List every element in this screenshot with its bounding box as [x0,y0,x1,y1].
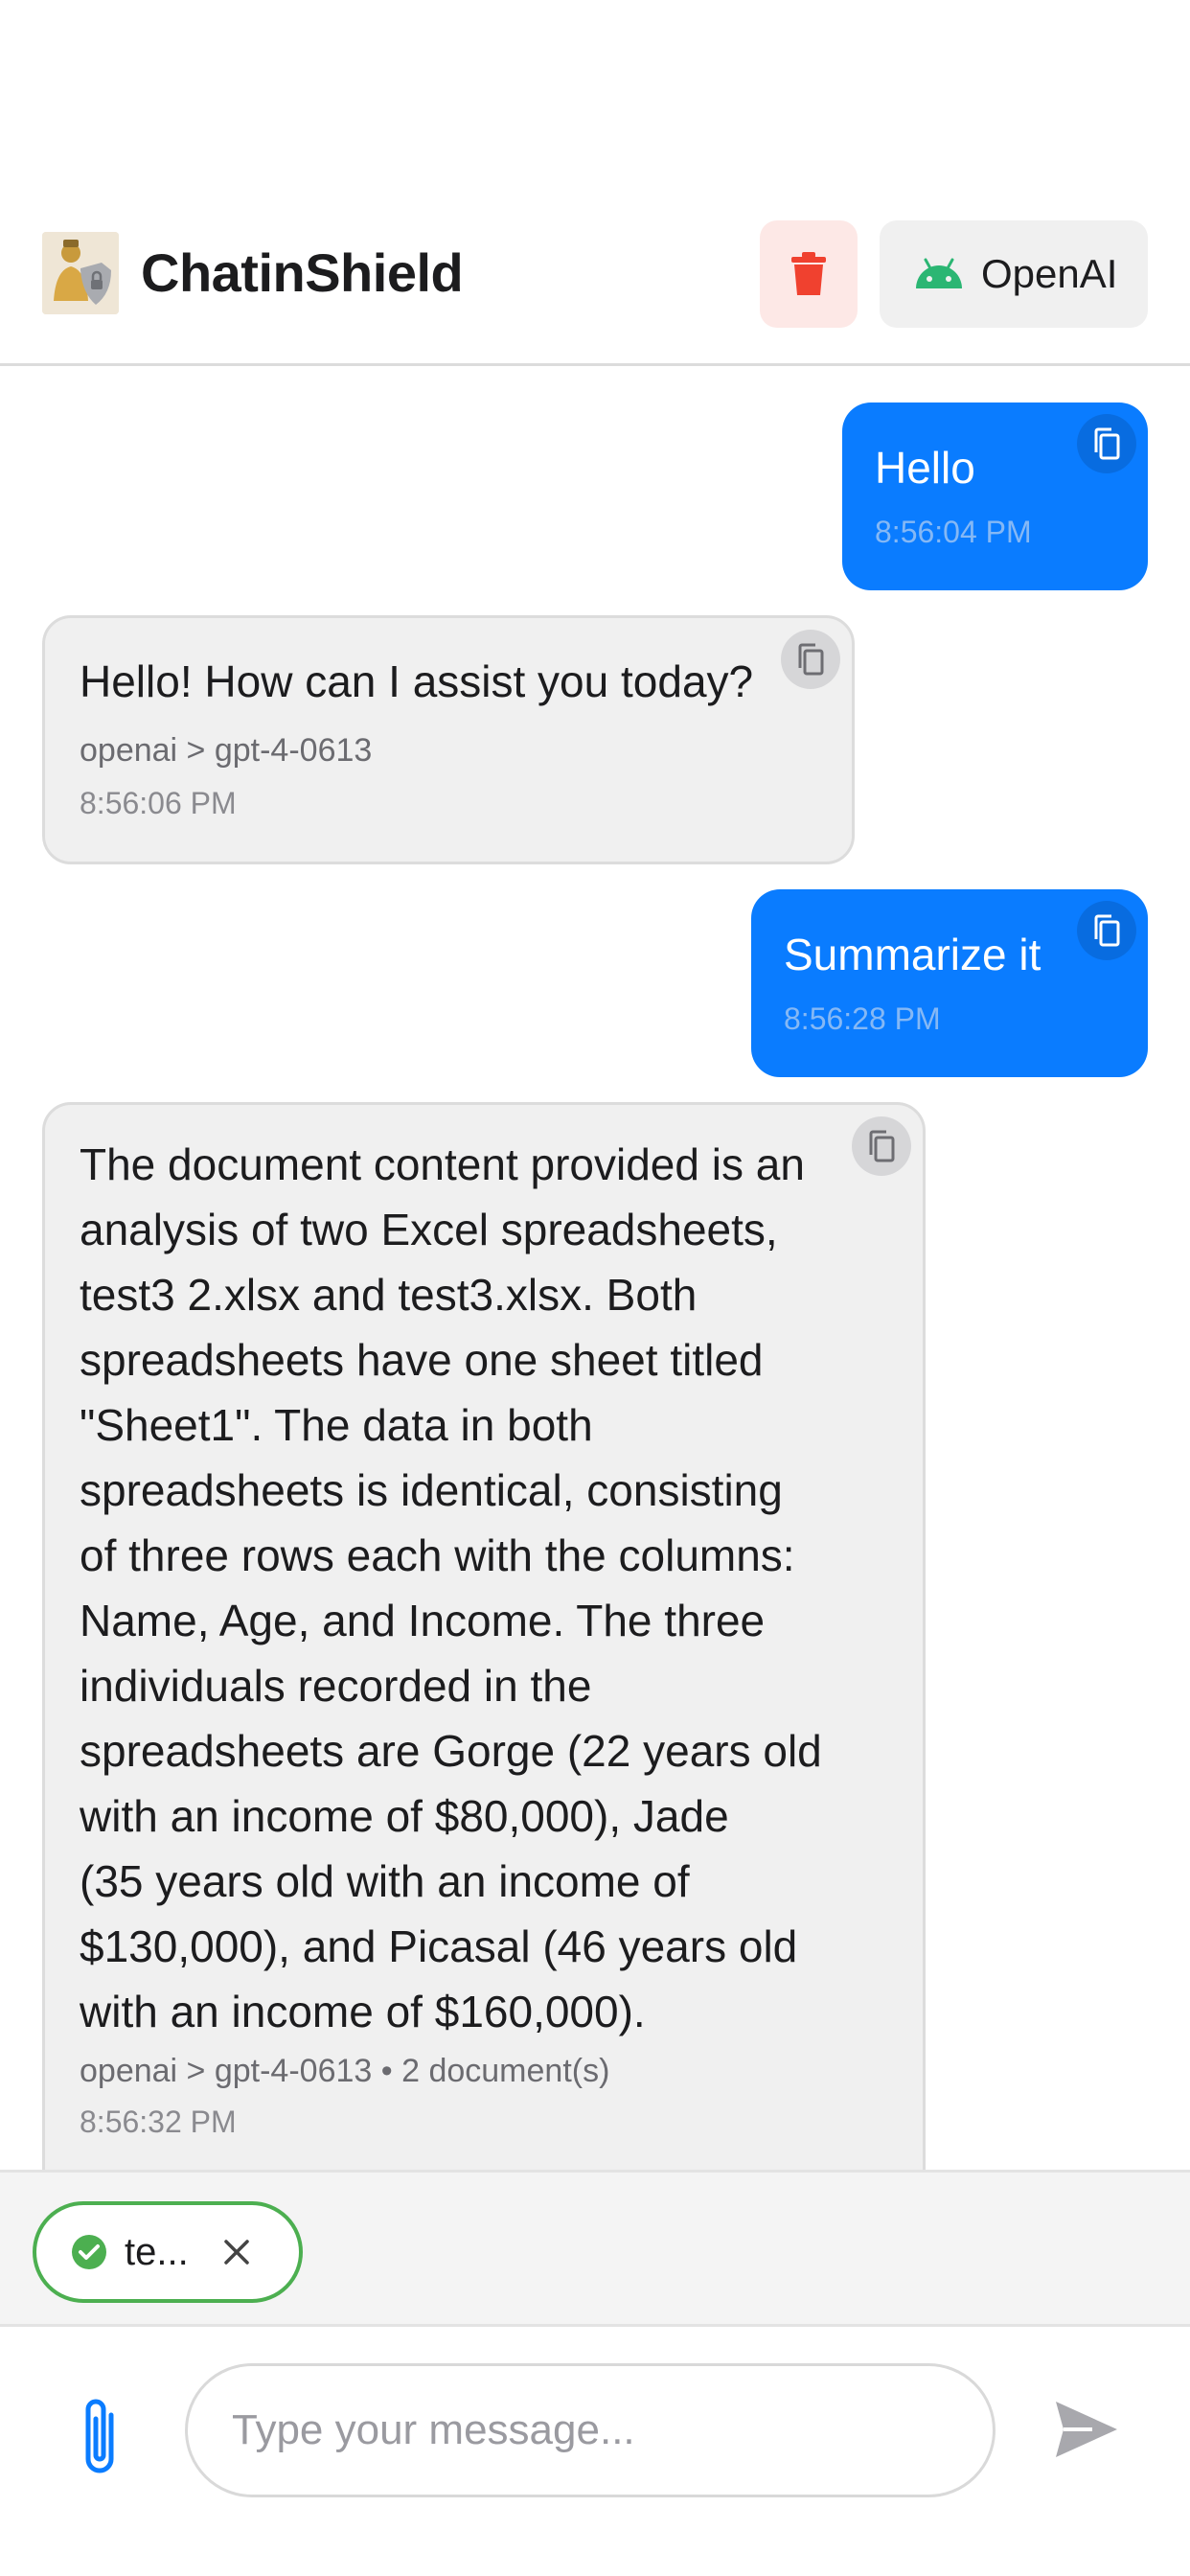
copy-icon [1094,914,1120,947]
message-text-line: spreadsheets are Gorge (22 years old [80,1726,822,1776]
message-model-meta: openai > gpt-4-0613 • 2 document(s) [80,2053,610,2089]
message-text: Hello [875,443,975,493]
message-text-line: "Sheet1". The data in both [80,1400,593,1450]
message-timestamp: 8:56:04 PM [875,515,1032,549]
copy-message-button[interactable] [852,1116,911,1176]
copy-icon [869,1130,895,1162]
message-text-line: $130,000), and Picasal (46 years old [80,1921,798,1971]
delete-chat-button[interactable] [760,220,858,328]
message-timestamp: 8:56:28 PM [784,1001,941,1036]
provider-label: OpenAI [981,251,1118,296]
chat-message-list[interactable]: Hello 8:56:04 PM Hello! How can I assist… [0,368,1190,2170]
android-icon [916,258,962,288]
close-icon[interactable] [222,2238,251,2266]
attachment-label: te... [125,2230,189,2273]
composer [0,2327,1190,2576]
user-message-bubble: Hello 8:56:04 PM [842,402,1148,590]
copy-message-button[interactable] [781,630,840,689]
message-text-line: Name, Age, and Income. The three [80,1596,766,1645]
user-message-bubble: Summarize it 8:56:28 PM [751,889,1148,1077]
message-text: Summarize it [784,930,1041,979]
message-timestamp: 8:56:32 PM [80,2104,237,2139]
message-text-line: of three rows each with the columns: [80,1530,795,1580]
app-logo [42,232,119,314]
message-text-line: The document content provided is an [80,1139,805,1189]
send-icon [1056,2402,1117,2457]
copy-message-button[interactable] [1077,901,1136,960]
message-model-meta: openai > gpt-4-0613 [80,732,373,769]
message-text-line: with an income of $80,000), Jade [80,1791,729,1841]
send-button[interactable] [1054,2398,1119,2461]
message-text-line: with an income of $160,000). [80,1987,646,2036]
trash-icon [791,252,826,295]
message-text: Hello! How can I assist you today? [80,656,754,706]
paperclip-icon [85,2399,114,2473]
message-text-line: individuals recorded in the [80,1661,592,1711]
attachment-chip[interactable]: te... [33,2201,303,2303]
message-text-line: spreadsheets is identical, consisting [80,1465,783,1515]
attach-file-button[interactable] [73,2396,130,2482]
provider-select-button[interactable]: OpenAI [880,220,1148,328]
message-timestamp: 8:56:06 PM [80,786,237,820]
message-text-line: (35 years old with an income of [80,1856,690,1906]
app-header: ChatinShield OpenAI [0,211,1190,366]
copy-icon [1094,427,1120,460]
attachment-bar: te... [0,2170,1190,2327]
assistant-message-bubble: Hello! How can I assist you today? opena… [42,615,855,864]
message-text-line: spreadsheets have one sheet titled [80,1335,764,1385]
message-text: The document content provided is an anal… [80,1132,822,2148]
message-text-line: test3 2.xlsx and test3.xlsx. Both [80,1270,698,1320]
message-text-line: analysis of two Excel spreadsheets, [80,1205,778,1254]
assistant-message-bubble: The document content provided is an anal… [42,1102,926,2170]
app-title: ChatinShield [141,242,464,303]
copy-icon [798,643,824,676]
check-circle-icon [72,2235,106,2269]
copy-message-button[interactable] [1077,414,1136,473]
message-input[interactable] [185,2363,995,2497]
